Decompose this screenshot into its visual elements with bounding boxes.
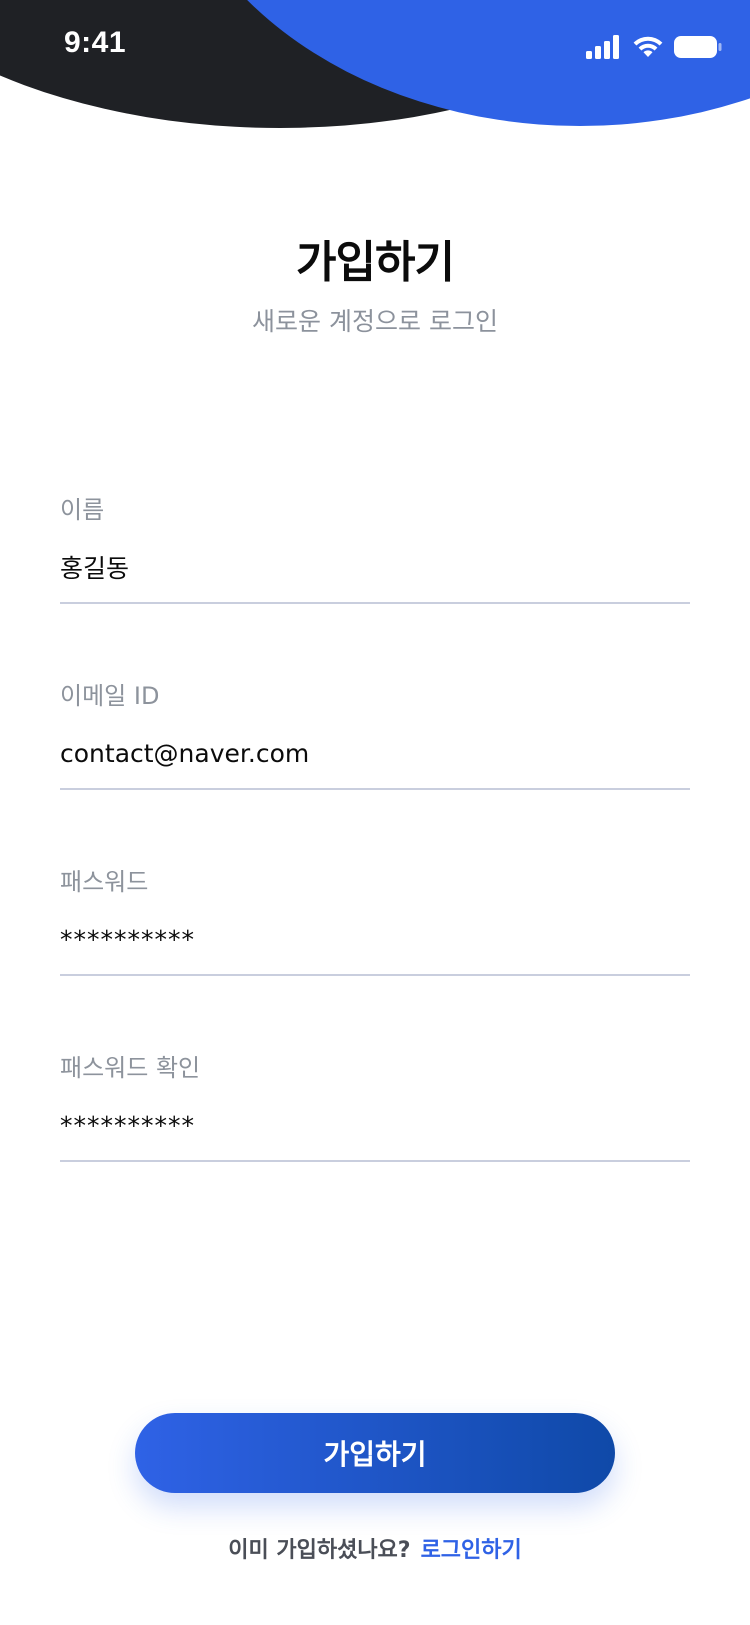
page-subtitle: 새로운 계정으로 로그인	[252, 307, 498, 336]
page-title: 가입하기	[296, 237, 455, 288]
login-prompt: 이미 가입하셨나요? 로그인하기	[0, 1532, 750, 1564]
signup-button[interactable]: 가입하기	[135, 1413, 615, 1493]
password-underline	[60, 974, 690, 976]
status-bar: 9:41	[0, 0, 750, 92]
email-underline	[60, 788, 690, 790]
password-confirm-underline	[60, 1160, 690, 1162]
name-field: 이름	[60, 490, 690, 610]
signup-screen: 9:41 가입하기 새로운 계정으로 로그인 이름 홍길동 이메일 ID con…	[0, 0, 750, 1625]
password-label: 패스워드	[60, 868, 149, 896]
password-confirm-field: 패스워드 확인	[60, 1048, 690, 1168]
already-member-text: 이미 가입하셨나요?	[228, 1538, 411, 1563]
email-input[interactable]	[60, 724, 690, 782]
cellular-signal-icon	[586, 35, 622, 59]
wifi-icon	[632, 35, 664, 59]
email-label: 이메일 ID	[60, 682, 160, 710]
name-label: 이름	[60, 496, 105, 524]
email-field: 이메일 ID	[60, 676, 690, 796]
name-underline	[60, 602, 690, 604]
battery-icon	[674, 35, 722, 59]
password-confirm-label: 패스워드 확인	[60, 1054, 201, 1082]
login-link[interactable]: 로그인하기	[421, 1538, 522, 1563]
name-input[interactable]	[60, 538, 690, 596]
password-confirm-input[interactable]	[60, 1096, 690, 1154]
status-icons	[586, 32, 722, 62]
password-field: 패스워드	[60, 862, 690, 982]
password-input[interactable]	[60, 910, 690, 968]
status-time: 9:41	[64, 26, 127, 59]
